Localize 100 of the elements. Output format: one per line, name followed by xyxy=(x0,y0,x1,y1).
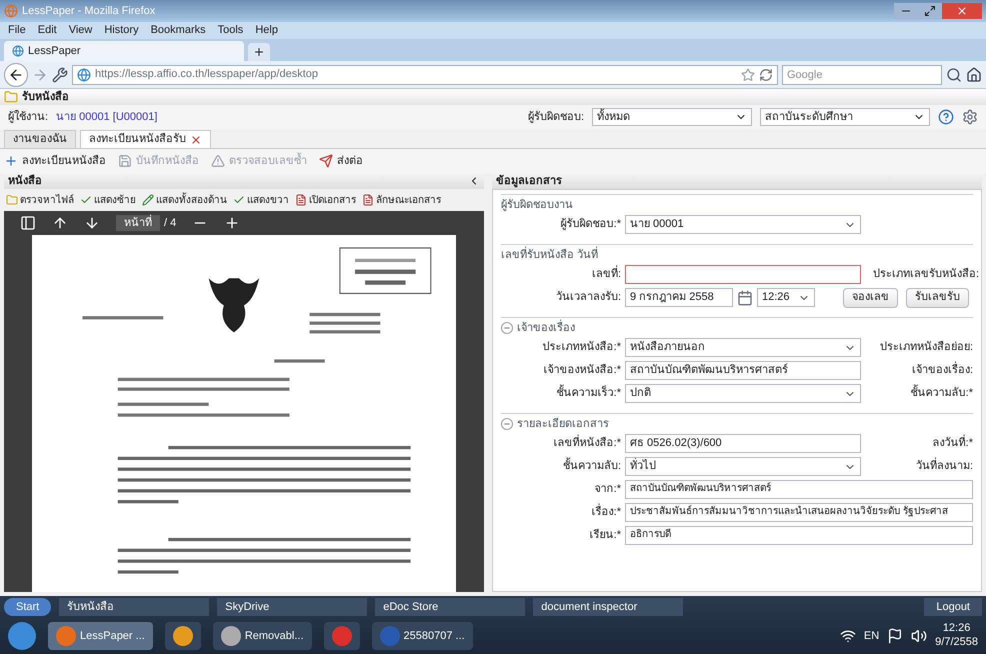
field-label: ชั้นความลับ: xyxy=(501,458,621,475)
field-label: เจ้าของเรื่อง: xyxy=(904,362,973,379)
dropdown-field[interactable]: สถาบันระดับศึกษา xyxy=(760,108,930,126)
page-field[interactable]: หน้าที่ xyxy=(116,215,160,231)
dropdown-field[interactable]: ปกติ xyxy=(625,384,861,403)
field-label: เลขที่หนังสือ:* xyxy=(501,435,621,452)
search-icon[interactable] xyxy=(946,66,962,82)
collapse-toggle[interactable] xyxy=(501,418,513,430)
close-button[interactable] xyxy=(942,3,982,19)
toolbar-button[interactable]: แสดงซ้าย xyxy=(80,192,136,208)
task-button[interactable]: SkyDrive xyxy=(217,598,368,616)
calendar-icon[interactable] xyxy=(737,290,753,306)
browser-icon xyxy=(4,4,18,18)
field-label: เจ้าของหนังสือ:* xyxy=(542,362,621,378)
menu-item[interactable]: Bookmarks xyxy=(150,22,206,39)
maximize-icon xyxy=(924,5,936,17)
volume-icon[interactable] xyxy=(911,628,928,644)
send-icon xyxy=(319,154,333,168)
plus-icon xyxy=(253,46,265,58)
toolbar-button[interactable]: ลงทะเบียนหนังสือ xyxy=(4,152,106,170)
help-icon[interactable] xyxy=(938,109,954,125)
user-label: ผู้ใช้งาน: xyxy=(8,109,48,125)
new-tab-button[interactable] xyxy=(248,43,270,61)
dropdown-field[interactable]: ทั่วไป xyxy=(625,457,861,476)
menu-item[interactable]: Help xyxy=(255,22,278,39)
field-label: ประเภทหนังสือ:* xyxy=(542,340,621,356)
check-icon xyxy=(80,194,92,206)
home-icon[interactable] xyxy=(966,66,982,82)
toolbar-button[interactable]: แสดงขวา xyxy=(233,192,289,208)
dropdown-field[interactable]: หนังสือภายนอก xyxy=(625,338,861,357)
taskbar-app[interactable]: 25580707 ... xyxy=(372,622,473,650)
input-field[interactable]: ศธ 0526.02(3)/600 xyxy=(625,434,861,453)
field-label: ผู้รับผิดชอบ:* xyxy=(560,217,621,232)
close-icon xyxy=(956,5,968,17)
taskbar-app[interactable]: Removabl... xyxy=(212,622,312,650)
panel-header: หนังสือ xyxy=(4,173,484,189)
form-button[interactable]: จองเลข xyxy=(843,288,898,308)
star-icon[interactable] xyxy=(741,68,755,82)
network-icon[interactable] xyxy=(840,628,856,644)
filter-label: ผู้รับผิดชอบ: xyxy=(528,110,584,125)
globe-icon xyxy=(12,45,24,57)
toolbar-button[interactable]: ส่งต่อ xyxy=(319,152,363,170)
time-field[interactable]: 12:26 xyxy=(757,288,815,307)
menu-item[interactable]: Edit xyxy=(38,22,57,39)
menu-item[interactable]: View xyxy=(68,22,92,39)
collapse-toggle[interactable] xyxy=(501,322,513,334)
windows-start-orb[interactable] xyxy=(8,622,36,650)
task-button[interactable]: document inspector xyxy=(533,598,684,616)
browser-tab[interactable]: LessPaper xyxy=(4,41,244,61)
reload-icon[interactable] xyxy=(759,68,773,82)
menu-item[interactable]: History xyxy=(104,22,139,39)
app-icon xyxy=(332,626,352,646)
sidebar-toggle-icon[interactable] xyxy=(20,215,36,231)
app-tab[interactable]: งานของฉัน xyxy=(4,130,76,148)
date-field[interactable]: 9 กรกฎาคม 2558 xyxy=(625,288,733,307)
toolbar-button[interactable]: ลักษณะเอกสาร xyxy=(362,192,441,208)
field-label: ชั้นความลับ:* xyxy=(902,385,973,402)
clock-date: 9/7/2558 xyxy=(935,636,978,650)
user-link[interactable]: นาย 00001 [U00001] xyxy=(56,108,158,126)
input-field[interactable]: สถาบันบัณฑิตพัฒนบริหารศาสตร์ xyxy=(625,361,861,380)
input-field[interactable]: สถาบันบัณฑิตพัฒนบริหารศาสตร์ xyxy=(625,480,973,499)
menu-item[interactable]: File xyxy=(8,22,26,39)
language-indicator[interactable]: EN xyxy=(864,628,880,644)
field-label: วันที่ลงนาม: xyxy=(908,458,973,475)
close-icon[interactable] xyxy=(190,134,202,146)
previous-page-icon[interactable] xyxy=(52,215,68,231)
check-icon xyxy=(233,194,245,206)
toolbar-button[interactable]: ตรวจหาไฟล์ xyxy=(6,192,74,208)
field-label: เรื่อง:* xyxy=(501,504,621,521)
minimize-button[interactable] xyxy=(894,3,918,19)
input-field[interactable] xyxy=(625,265,861,284)
taskbar-app[interactable] xyxy=(164,622,201,650)
input-field[interactable]: ประชาสัมพันธ์การสัมมนาวิชาการและนำเสนอผลงานวิจัยระดับ รัฐประศาส xyxy=(625,503,973,522)
task-button[interactable]: eDoc Store xyxy=(375,598,526,616)
taskbar-app[interactable]: LessPaper ... xyxy=(48,622,153,650)
toolbar-button[interactable]: เปิดเอกสาร xyxy=(295,192,356,208)
logout-button[interactable]: Logout xyxy=(924,598,982,616)
search-field[interactable]: Google xyxy=(782,64,942,84)
task-button[interactable]: รับหนังสือ xyxy=(59,598,210,616)
flag-icon[interactable] xyxy=(887,628,904,644)
address-bar[interactable]: https://lessp.affio.co.th/lesspaper/app/desktop xyxy=(72,64,778,84)
wrench-icon[interactable] xyxy=(52,66,68,82)
section-title: ผู้รับผิดชอบงาน xyxy=(501,198,573,213)
back-button[interactable] xyxy=(4,62,28,86)
menu-item[interactable]: Tools xyxy=(218,22,244,39)
dropdown-field[interactable]: นาย 00001 xyxy=(625,215,861,234)
section-title: รายละเอียดเอกสาร xyxy=(517,416,609,432)
start-button[interactable]: Start xyxy=(4,598,52,616)
toolbar-button[interactable]: แสดงทั้งสองด้าน xyxy=(142,192,227,208)
app-tab[interactable]: ลงทะเบียนหนังสือรับ xyxy=(80,130,211,148)
url-text: https://lessp.affio.co.th/lesspaper/app/desktop xyxy=(95,67,318,82)
next-page-icon[interactable] xyxy=(84,215,100,231)
input-field[interactable]: อธิการบดี xyxy=(625,526,973,545)
maximize-button[interactable] xyxy=(918,3,942,19)
field-label: เรียน:* xyxy=(588,528,621,544)
settings-icon[interactable] xyxy=(962,109,978,125)
dropdown-field[interactable]: ทั้งหมด xyxy=(592,108,752,126)
form-button[interactable]: รับเลขรับ xyxy=(906,288,969,308)
taskbar-app[interactable] xyxy=(324,622,360,650)
page-count: / 4 xyxy=(164,216,176,231)
